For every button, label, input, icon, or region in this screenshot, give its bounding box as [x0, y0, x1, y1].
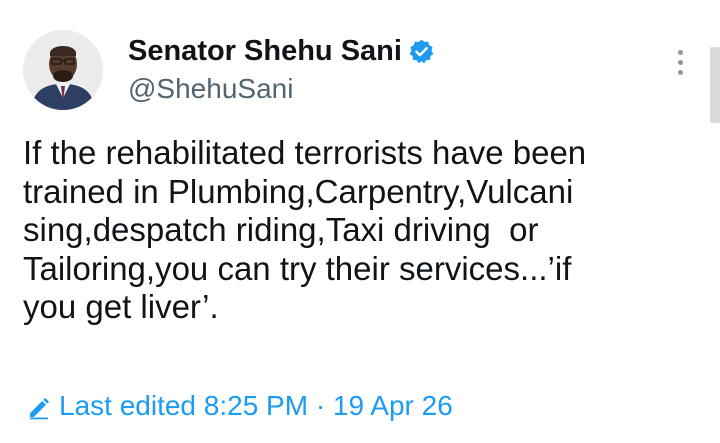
- post-text-line: trained in Plumbing,Carpentry,Vulcani: [23, 172, 574, 210]
- verified-badge-icon: [408, 38, 435, 65]
- author-name-text: Senator Shehu Sani: [128, 35, 402, 67]
- more-options-button[interactable]: [666, 50, 694, 80]
- scrollbar[interactable]: [710, 47, 720, 123]
- post-text-line: sing,despatch riding,Taxi driving or: [23, 211, 539, 248]
- avatar[interactable]: [23, 30, 103, 110]
- post-text-line: Tailoring,you can try their services...’…: [23, 249, 572, 287]
- more-vertical-icon: [677, 50, 683, 55]
- author-handle[interactable]: @ShehuSani: [128, 72, 293, 106]
- tweet: Senator Shehu Sani @ShehuSani If the reh…: [0, 0, 720, 443]
- post-text-line: If the rehabilitated terrorists have bee…: [23, 134, 587, 171]
- pencil-icon: [27, 394, 51, 420]
- last-edited-link[interactable]: Last edited 8:25 PM · 19 Apr 26: [27, 389, 453, 423]
- last-edited-label: Last edited 8:25 PM · 19 Apr 26: [59, 390, 453, 421]
- more-dot: [677, 60, 683, 65]
- more-dot: [677, 70, 683, 75]
- author-name[interactable]: Senator Shehu Sani: [128, 34, 435, 68]
- post-text-line: you get liver’.: [23, 288, 219, 325]
- avatar-image: [23, 30, 103, 110]
- post-text: If the rehabilitated terrorists have bee…: [23, 134, 683, 327]
